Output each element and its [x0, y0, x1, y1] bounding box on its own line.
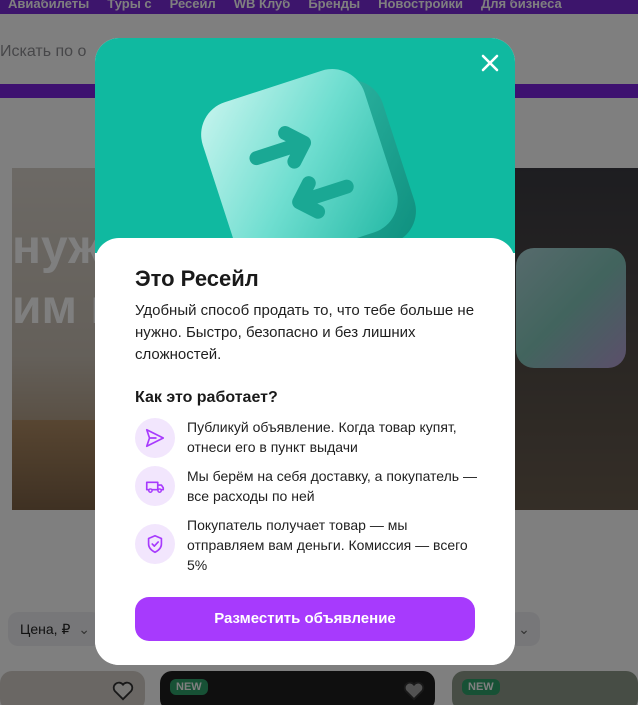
modal-title: Это Ресейл — [135, 266, 259, 291]
modal-description: Удобный способ продать то, что тебе боль… — [135, 302, 475, 363]
step-text: Покупатель получает товар — мы отправляе… — [187, 517, 468, 573]
resale-modal: Это Ресейл Удобный способ продать то, чт… — [95, 38, 515, 665]
step-icon-bg — [135, 466, 175, 506]
modal-hero — [95, 38, 515, 253]
place-ad-button[interactable]: Разместить объявление — [135, 597, 475, 641]
step-icon-bg — [135, 524, 175, 564]
step-text: Мы берём на себя доставку, а покупатель … — [187, 468, 477, 504]
modal-body: Это Ресейл Удобный способ продать то, чт… — [95, 238, 515, 665]
delivery-truck-icon — [145, 481, 165, 493]
send-icon — [145, 428, 165, 448]
shield-check-icon — [147, 534, 163, 554]
step-icon-bg — [135, 418, 175, 458]
how-it-works-title: Как это работает? — [135, 389, 278, 406]
resale-3d-icon — [201, 69, 416, 253]
step-text: Публикуй объявление. Когда товар купят, … — [187, 419, 457, 455]
close-icon[interactable] — [477, 50, 503, 76]
